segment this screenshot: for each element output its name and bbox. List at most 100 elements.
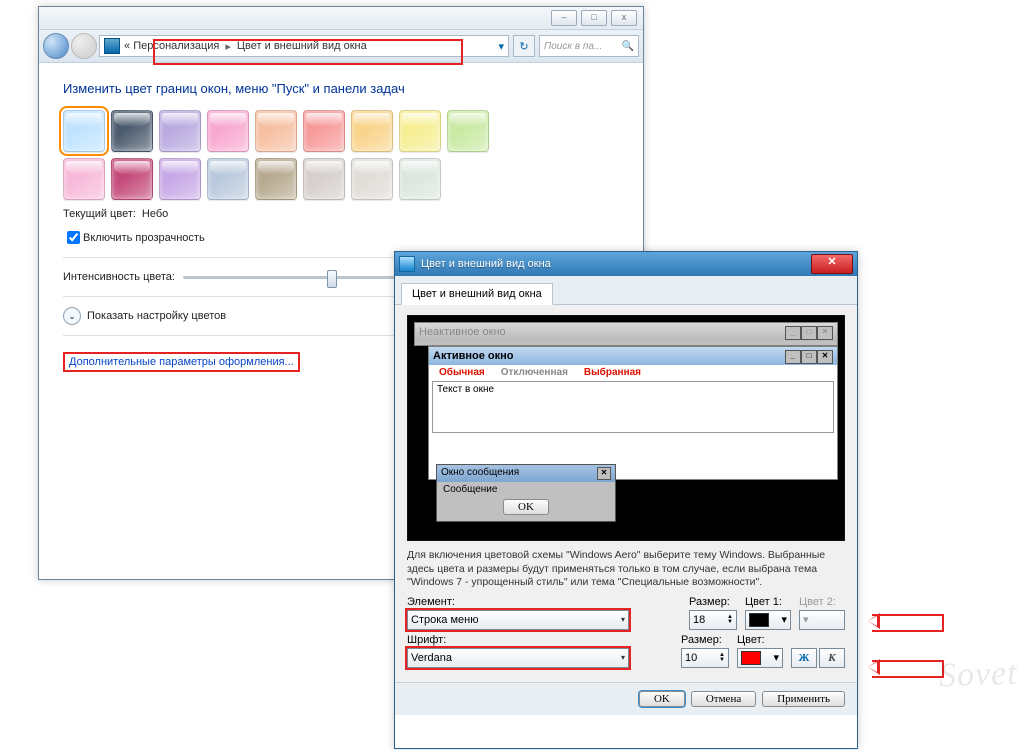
color-swatch[interactable] (399, 158, 441, 200)
font-row: Шрифт: Verdana▾ Размер: 10 ▲▼ Цвет: ▾ Ж … (407, 634, 845, 668)
crumb-dropdown-icon[interactable]: ▾ (498, 40, 504, 53)
color1-swatch (749, 613, 769, 627)
nav-toolbar: « Персонализация ▸ Цвет и внешний вид ок… (39, 30, 643, 63)
preview-msg-close-icon: ✕ (597, 467, 611, 480)
slider-thumb[interactable] (327, 270, 337, 288)
forward-button[interactable] (71, 33, 97, 59)
dialog-body: Неактивное окно _□✕ Активное окно _□✕ Об… (395, 305, 857, 682)
element-row: Элемент: Строка меню▾ Размер: 18 ▲▼ Цвет… (407, 596, 845, 630)
dropdown-icon: ▾ (781, 613, 787, 626)
color2-button: ▾ (799, 610, 845, 630)
color-swatch[interactable] (303, 158, 345, 200)
color1-button[interactable]: ▾ (745, 610, 791, 630)
transparency-label: Включить прозрачность (83, 232, 205, 244)
close-button[interactable]: x (611, 10, 637, 26)
dialog-titlebar: Цвет и внешний вид окна ✕ (395, 252, 857, 276)
maximize-button[interactable]: □ (581, 10, 607, 26)
color-swatch[interactable] (303, 110, 345, 152)
titlebar: – □ x (39, 7, 643, 30)
dropdown-icon: ▾ (773, 651, 779, 664)
color-swatch[interactable] (111, 158, 153, 200)
preview-textarea: Текст в окне (432, 381, 834, 433)
preview-menubar: Обычная Отключенная Выбранная (429, 365, 837, 380)
annotation-arrow-2 (872, 660, 944, 678)
color-swatch[interactable] (159, 110, 201, 152)
intensity-slider[interactable] (181, 268, 421, 286)
color-swatch[interactable] (207, 158, 249, 200)
font-label: Шрифт: (407, 634, 673, 646)
transparency-row: Включить прозрачность (63, 228, 619, 247)
preview-inactive-title: Неактивное окно (419, 326, 785, 338)
color1-label: Цвет 1: (745, 596, 791, 608)
preview-window-buttons: _□✕ (785, 349, 833, 364)
transparency-checkbox[interactable] (67, 231, 80, 244)
font-combo[interactable]: Verdana▾ (407, 648, 629, 668)
color-swatch[interactable] (63, 110, 105, 152)
preview-active-window: Активное окно _□✕ Обычная Отключенная Вы… (428, 346, 838, 480)
element-label: Элемент: (407, 596, 681, 608)
crumb-sep-icon: ▸ (225, 40, 231, 53)
dialog-footer: OK Отмена Применить (395, 682, 857, 715)
appearance-dialog: Цвет и внешний вид окна ✕ Цвет и внешний… (394, 251, 858, 749)
preview-msg-ok-button: OK (503, 499, 549, 515)
color-swatch[interactable] (255, 110, 297, 152)
italic-button[interactable]: К (819, 648, 845, 668)
chevron-down-icon[interactable]: ⌄ (63, 307, 81, 325)
info-text: Для включения цветовой схемы "Windows Ae… (407, 549, 845, 590)
spin-down-icon[interactable]: ▼ (727, 620, 733, 625)
color-swatch-row-1 (63, 110, 619, 152)
minimize-button[interactable]: – (551, 10, 577, 26)
watermark: Sovet (939, 655, 1019, 696)
preview-window-buttons: _□✕ (785, 325, 833, 340)
preview-msg-title: Окно сообщения (441, 467, 519, 480)
crumb-prefix: « (124, 40, 130, 52)
font-color-button[interactable]: ▾ (737, 648, 783, 668)
color-swatch[interactable] (111, 110, 153, 152)
control-panel-icon (104, 38, 120, 54)
size-value: 18 (693, 614, 705, 626)
cancel-button[interactable]: Отмена (691, 691, 756, 707)
search-placeholder: Поиск в па... (544, 41, 602, 52)
color-swatch[interactable] (351, 158, 393, 200)
color-swatch[interactable] (207, 110, 249, 152)
preview-message-box: Окно сообщения ✕ Сообщение OK (436, 464, 616, 522)
ok-button[interactable]: OK (639, 691, 685, 707)
crumb-2[interactable]: Цвет и внешний вид окна (237, 40, 367, 52)
preview-menu-disabled: Отключенная (501, 367, 568, 378)
bold-button[interactable]: Ж (791, 648, 817, 668)
element-value: Строка меню (411, 614, 478, 626)
search-icon: 🔍 (622, 41, 634, 52)
font-size-spinner[interactable]: 10 ▲▼ (681, 648, 729, 668)
preview-msg-body: Сообщение (443, 484, 609, 495)
color-swatch[interactable] (447, 110, 489, 152)
dropdown-icon: ▾ (803, 613, 809, 626)
element-combo[interactable]: Строка меню ▾ (407, 610, 629, 630)
color-swatch-row-2 (63, 158, 619, 200)
preview-menu-normal: Обычная (439, 367, 485, 378)
current-color-row: Текущий цвет: Небо (63, 208, 619, 220)
annotation-arrow-1 (872, 614, 944, 632)
back-button[interactable] (43, 33, 69, 59)
color-swatch[interactable] (399, 110, 441, 152)
color-swatch[interactable] (159, 158, 201, 200)
tab-appearance[interactable]: Цвет и внешний вид окна (401, 283, 553, 305)
crumb-1[interactable]: Персонализация (133, 40, 219, 52)
show-mixer-label: Показать настройку цветов (87, 310, 226, 322)
preview-inactive-window: Неактивное окно _□✕ (414, 322, 838, 346)
color-swatch[interactable] (63, 158, 105, 200)
preview-active-title: Активное окно (433, 350, 785, 362)
dropdown-icon: ▾ (621, 615, 625, 624)
advanced-appearance-link[interactable]: Дополнительные параметры оформления... (69, 356, 294, 368)
color-swatch[interactable] (351, 110, 393, 152)
font-value: Verdana (411, 652, 452, 664)
font-color-label: Цвет: (737, 634, 783, 646)
spin-down-icon[interactable]: ▼ (719, 658, 725, 663)
breadcrumb[interactable]: « Персонализация ▸ Цвет и внешний вид ок… (99, 35, 509, 57)
color-swatch[interactable] (255, 158, 297, 200)
element-size-spinner[interactable]: 18 ▲▼ (689, 610, 737, 630)
annotation-highlight-advlink: Дополнительные параметры оформления... (63, 352, 300, 372)
refresh-button[interactable]: ↻ (513, 35, 535, 57)
dialog-close-button[interactable]: ✕ (811, 254, 853, 274)
search-input[interactable]: Поиск в па... 🔍 (539, 35, 639, 57)
apply-button[interactable]: Применить (762, 691, 845, 707)
